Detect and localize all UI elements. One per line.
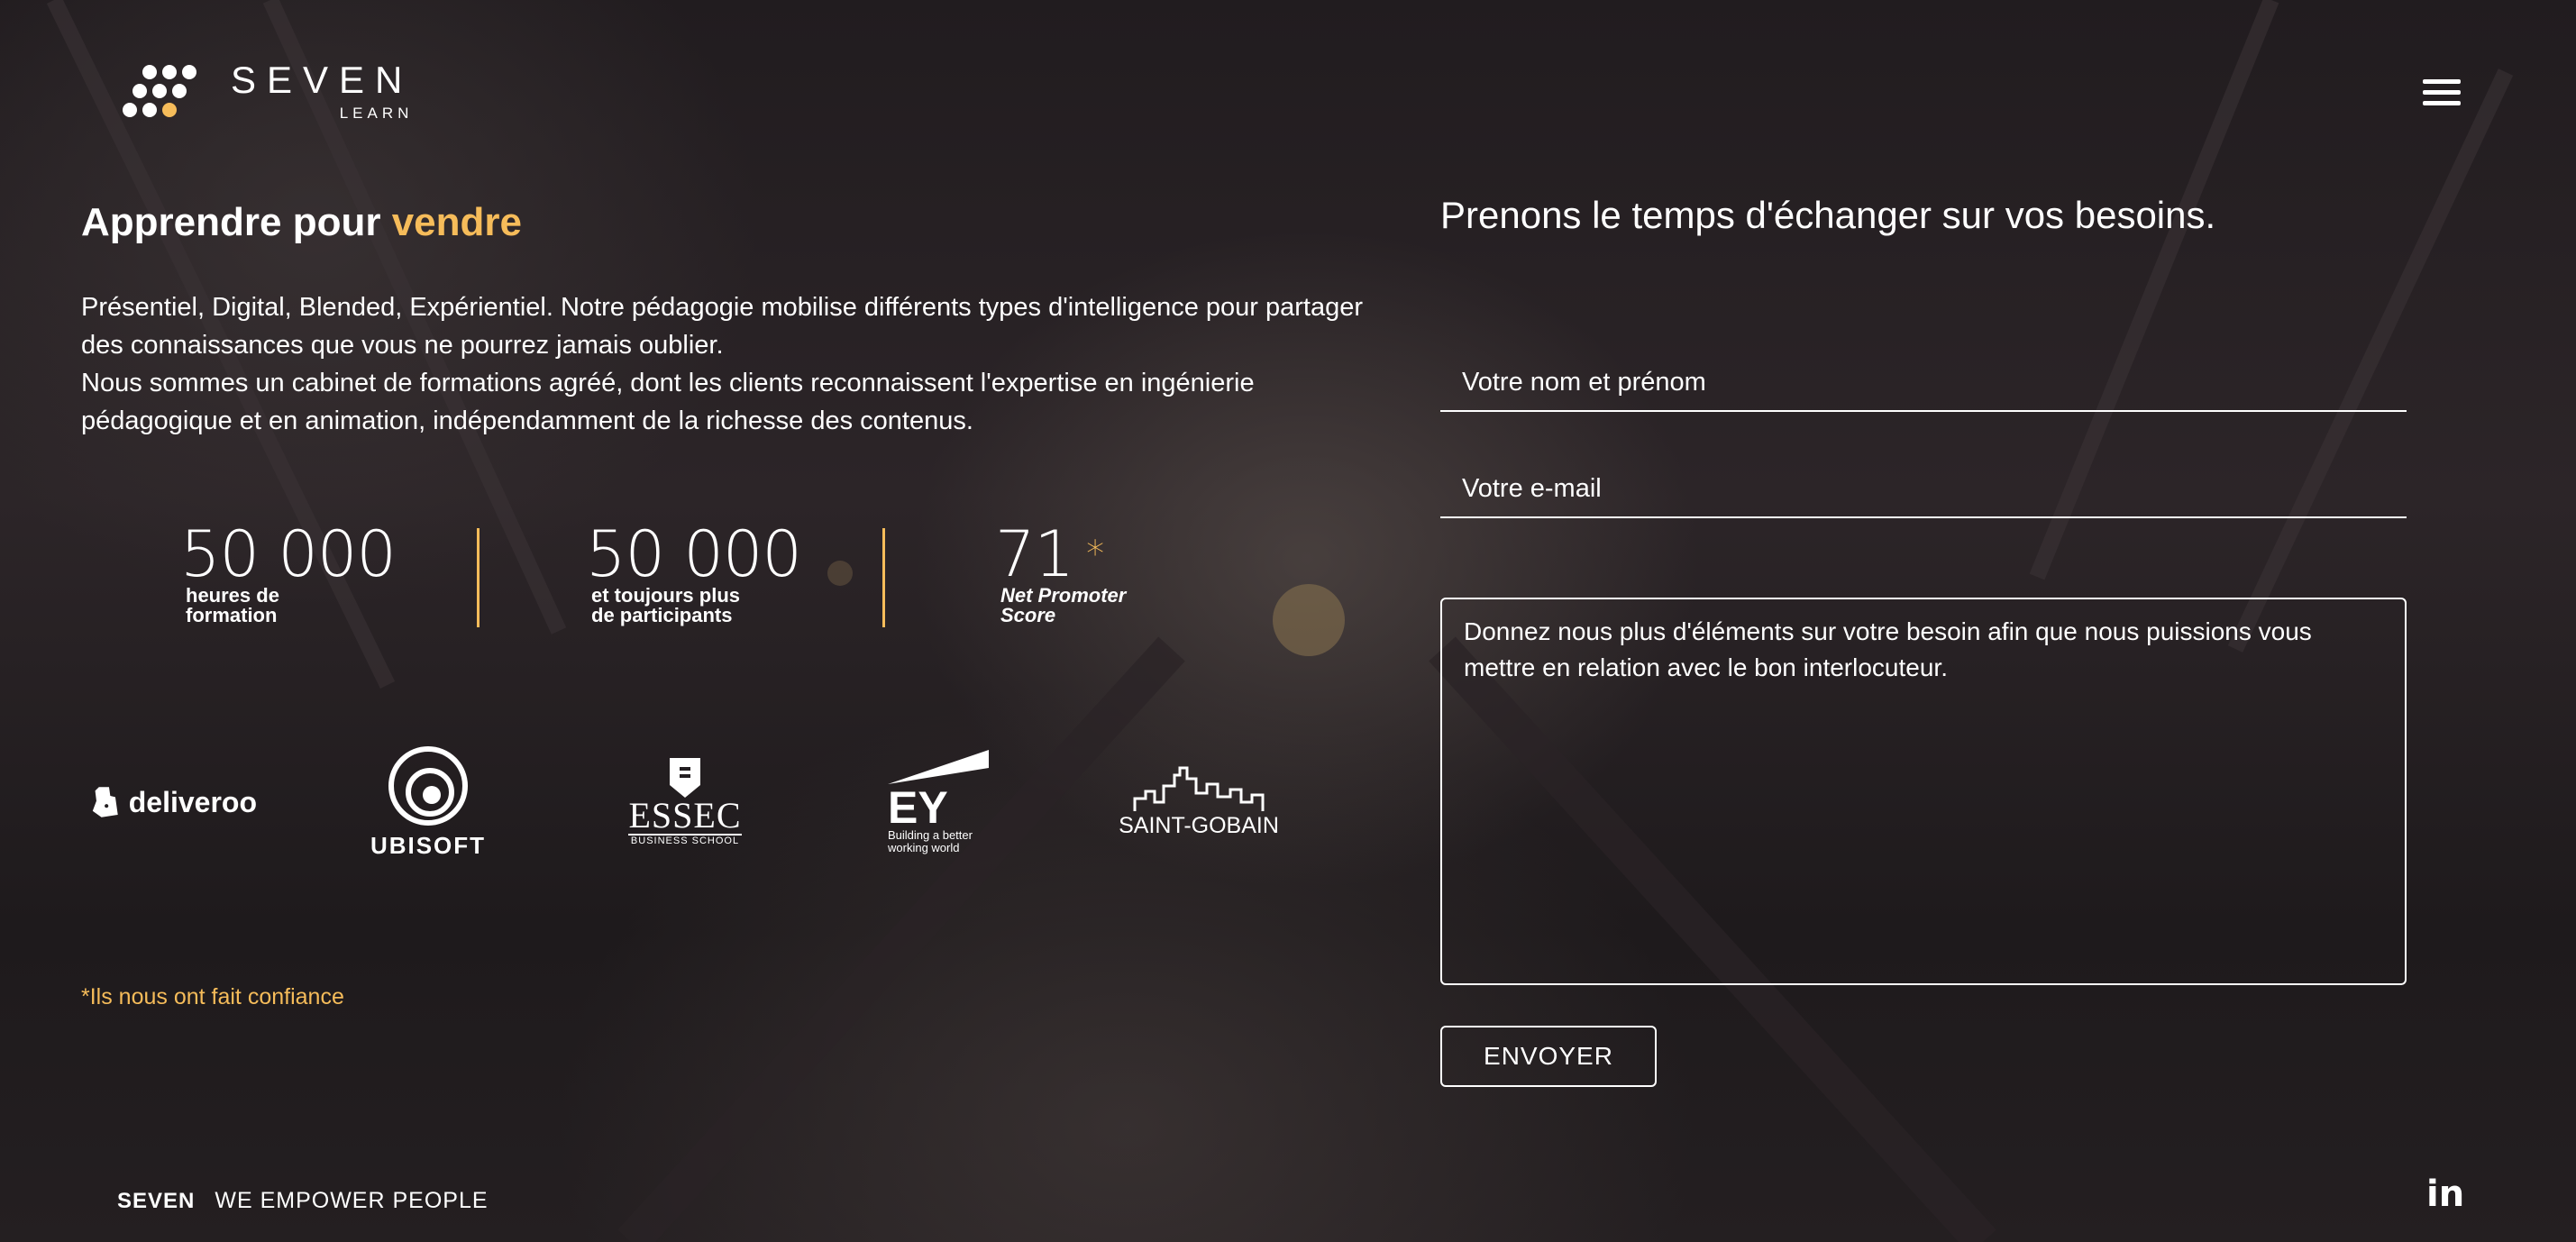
linkedin-icon[interactable]: in [2426,1174,2464,1215]
footer-tagline: WE EMPOWER PEOPLE [215,1188,489,1213]
deliveroo-text: deliveroo [128,785,257,818]
footer-brand: SEVEN [117,1188,196,1213]
message-textarea[interactable] [1440,598,2407,985]
nps-value: 71 [995,517,1074,591]
stat-value: 50 000 [586,517,802,591]
client-logo-ey: EY Building a better working world [888,739,1005,865]
stat-divider [882,528,885,627]
footer: SEVEN WE EMPOWER PEOPLE [117,1188,489,1214]
title-part: Apprendre pour [81,200,392,244]
deliveroo-kangaroo-icon [92,787,118,817]
stat-value: 50 000 [180,517,397,591]
intro-line-1: Présentiel, Digital, Blended, Expérienti… [81,293,1364,360]
stat-label-line: Score [1000,604,1056,626]
client-logo-ubisoft: UBISOFT [361,739,496,865]
stat-label-line: de participants [591,604,733,626]
logo-sub: LEARN [339,105,414,122]
seven-learn-logo[interactable]: SEVEN LEARN [117,61,413,123]
dots-logo-icon [123,65,196,117]
name-field[interactable] [1440,359,2407,410]
logo-word: SEVEN [231,59,414,101]
hamburger-menu-icon[interactable] [2423,79,2461,110]
stat-hours: 50 000 heures de formation [180,517,397,631]
essec-shield-icon [670,758,700,798]
saint-gobain-skyline-icon [1133,766,1265,811]
essec-text: ESSEC [628,795,742,836]
email-field[interactable] [1440,465,2407,516]
stat-value: 71 * [995,523,1199,586]
ey-sub-2: working world [888,841,960,854]
ey-text: EY [888,782,948,833]
page-title: Apprendre pour vendre [81,200,522,245]
ubisoft-swirl-icon [388,745,468,826]
essec-sub: BUSINESS SCHOOL [630,836,740,846]
stat-nps: 71 * Net Promoter Score [995,523,1199,631]
trust-note: *Ils nous ont fait confiance [81,984,344,1009]
form-title: Prenons le temps d'échanger sur vos beso… [1440,194,2216,236]
client-logo-saint-gobain: SAINT-GOBAIN [1118,739,1280,865]
client-logo-essec: ESSEC BUSINESS SCHOOL [622,739,748,865]
saint-gobain-text: SAINT-GOBAIN [1119,812,1279,838]
ey-sub-1: Building a better [888,828,973,842]
name-field-wrapper [1440,359,2407,412]
stat-label-line: formation [186,604,278,626]
ubisoft-text: UBISOFT [370,831,487,859]
stat-label: Net Promoter Score [1000,586,1199,626]
nps-star: * [1086,534,1104,575]
stat-divider [477,528,480,627]
title-accent: vendre [391,200,522,244]
intro-line-2: Nous sommes un cabinet de formations agr… [81,369,1255,435]
stat-label: heures de formation [186,586,384,626]
stat-participants: 50 000 et toujours plus de participants [586,517,802,631]
email-field-wrapper [1440,465,2407,518]
intro-paragraph: Présentiel, Digital, Blended, Expérienti… [81,288,1379,440]
send-button[interactable]: ENVOYER [1440,1026,1657,1087]
logo-text: SEVEN LEARN [231,61,413,123]
client-logo-deliveroo: deliveroo [90,739,257,865]
ey-beam-icon [888,750,989,784]
stat-label: et toujours plus de participants [591,586,790,626]
